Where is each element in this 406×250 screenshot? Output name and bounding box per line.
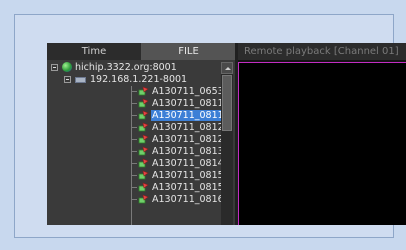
file-browser-pane: Time FILE hichip.3322.org:8001 192.168.1… <box>47 43 235 225</box>
file-list-item[interactable]: A130711_081552_0816 <box>47 182 221 193</box>
video-file-icon <box>138 122 149 132</box>
video-file-icon <box>138 182 149 192</box>
file-list-item[interactable]: A130711_065313_0653 <box>47 86 221 97</box>
file-list-item[interactable]: A130711_081230_0812 <box>47 122 221 133</box>
selected-file-label: A130711_081156_0812 <box>151 110 221 121</box>
file-label: A130711_081250_0813 <box>152 134 221 145</box>
file-list-item[interactable]: A130711_081250_0813 <box>47 134 221 145</box>
video-file-icon <box>138 86 149 96</box>
globe-icon <box>62 62 72 72</box>
video-file-icon <box>138 110 149 120</box>
tree-branch-line <box>131 91 137 92</box>
collapse-toggle-icon[interactable] <box>51 64 58 71</box>
file-label: A130711_081504_0815 <box>152 170 221 181</box>
tab-bar: Time FILE <box>47 43 235 60</box>
tree-branch-line <box>131 127 137 128</box>
video-file-icon <box>138 170 149 180</box>
scroll-up-arrow-icon[interactable] <box>221 62 233 74</box>
playback-title: Remote playback [Channel 01] <box>238 43 406 60</box>
file-label: A130711_081552_0816 <box>152 182 221 193</box>
playback-pane: Remote playback [Channel 01] <box>238 43 406 225</box>
video-file-icon <box>138 134 149 144</box>
tree-host-row[interactable]: hichip.3322.org:8001 <box>47 62 221 73</box>
video-file-icon <box>138 98 149 108</box>
file-list-item[interactable]: A130711_081140_0811 <box>47 98 221 109</box>
tab-file[interactable]: FILE <box>142 43 235 60</box>
tree-branch-line <box>131 151 137 152</box>
file-list-item[interactable]: A130711_081156_0812 <box>47 110 221 121</box>
file-list-item[interactable]: A130711_081607_0816 <box>47 194 221 205</box>
video-file-icon <box>138 158 149 168</box>
tree-branch-line <box>131 175 137 176</box>
video-file-icon <box>138 146 149 156</box>
tree-scrollbar[interactable] <box>221 62 233 225</box>
tree-branch-line <box>131 103 137 104</box>
collapse-toggle-icon[interactable] <box>64 76 71 83</box>
dvr-device-icon <box>75 77 86 83</box>
host-label: hichip.3322.org:8001 <box>75 62 177 73</box>
device-label: 192.168.1.221-8001 <box>90 74 188 85</box>
video-file-icon <box>138 194 149 204</box>
tree-branch-line <box>131 163 137 164</box>
tree-branch-line <box>131 115 137 116</box>
file-label: A130711_081607_0816 <box>152 194 221 205</box>
tree-branch-line <box>131 139 137 140</box>
file-label: A130711_081140_0811 <box>152 98 221 109</box>
file-tree: hichip.3322.org:8001 192.168.1.221-8001 … <box>47 62 221 225</box>
tree-device-row[interactable]: 192.168.1.221-8001 <box>47 74 221 85</box>
tab-time[interactable]: Time <box>47 43 142 60</box>
file-label: A130711_065313_0653 <box>152 86 221 97</box>
file-label: A130711_081230_0812 <box>152 122 221 133</box>
file-list-item[interactable]: A130711_081504_0815 <box>47 170 221 181</box>
file-label: A130711_081443_0814 <box>152 158 221 169</box>
file-label: A130711_081342_0813 <box>152 146 221 157</box>
tree-branch-line <box>131 199 137 200</box>
file-list-item[interactable]: A130711_081443_0814 <box>47 158 221 169</box>
remote-playback-window: Time FILE hichip.3322.org:8001 192.168.1… <box>47 43 406 225</box>
scrollbar-thumb[interactable] <box>222 75 232 131</box>
video-display[interactable] <box>238 62 406 225</box>
file-list-item[interactable]: A130711_081342_0813 <box>47 146 221 157</box>
tree-branch-line <box>131 187 137 188</box>
